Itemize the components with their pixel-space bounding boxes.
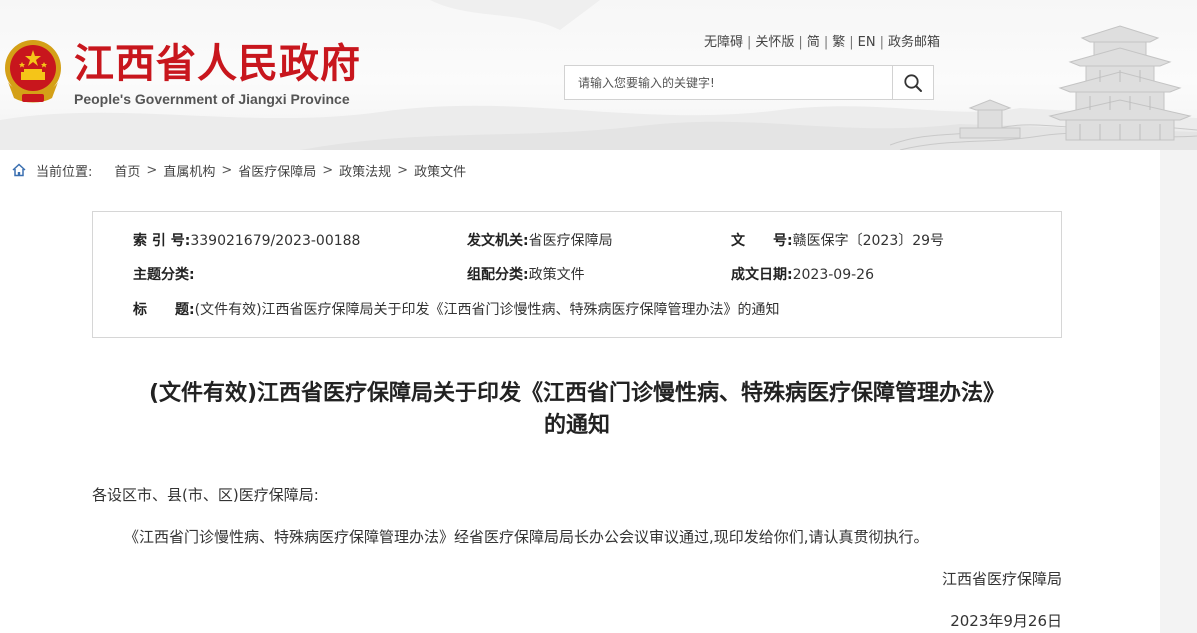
search-box [564, 65, 934, 100]
right-gutter [1160, 150, 1197, 633]
breadcrumb-label: 当前位置: [36, 164, 93, 180]
english-link[interactable]: EN [858, 35, 876, 50]
document-metadata-box: 索 引 号:339021679/2023-00188 发文机关:省医疗保障局 文… [92, 211, 1062, 338]
simplified-chinese-link[interactable]: 简 [807, 35, 820, 50]
topic-label: 主题分类: [133, 267, 195, 283]
divider: | [798, 35, 803, 50]
home-icon [12, 163, 26, 177]
breadcrumb-separator: > [146, 162, 158, 178]
breadcrumb-policy-documents[interactable]: 政策文件 [414, 161, 466, 180]
divider: | [849, 35, 854, 50]
title-label: 标 题: [133, 302, 195, 318]
breadcrumb-agencies[interactable]: 直属机构 [163, 161, 215, 180]
date-value: 2023-09-26 [792, 267, 874, 283]
breadcrumb-separator: > [322, 162, 334, 178]
index-number-value: 339021679/2023-00188 [190, 233, 361, 249]
divider: | [823, 35, 829, 50]
document-body-paragraph: 《江西省门诊慢性病、特殊病医疗保障管理办法》经省医疗保障局局长办公会议审议通过,… [124, 528, 929, 546]
document-number-value: 赣医保字〔2023〕29号 [792, 233, 945, 249]
tengwang-pavilion-illustration [890, 25, 1197, 150]
issuer-value: 省医疗保障局 [528, 233, 613, 249]
issuer-label: 发文机关: [467, 233, 529, 249]
traditional-chinese-link[interactable]: 繁 [832, 35, 845, 50]
document-title-line-1: (文件有效)江西省医疗保障局关于印发《江西省门诊慢性病、特殊病医疗保障管理办法》 [148, 381, 1006, 406]
search-input[interactable] [565, 66, 892, 99]
index-number-label: 索 引 号: [133, 233, 191, 249]
breadcrumb-medical-security-bureau[interactable]: 省医疗保障局 [238, 161, 316, 180]
breadcrumb: 当前位置: 首页 > 直属机构 > 省医疗保障局 > 政策法规 > 政策文件 [12, 160, 466, 180]
document-signature: 江西省医疗保障局 [941, 570, 1062, 588]
breadcrumb-policies[interactable]: 政策法规 [339, 161, 391, 180]
site-header: 江西省人民政府 People's Government of Jiangxi P… [0, 0, 1197, 150]
category-value: 政策文件 [528, 267, 585, 283]
divider: | [747, 35, 752, 50]
document-salutation: 各设区市、县(市、区)医疗保障局: [92, 486, 319, 504]
elderly-mode-link[interactable]: 关怀版 [755, 35, 794, 50]
site-title: 江西省人民政府 [74, 41, 361, 87]
divider: | [879, 35, 884, 50]
breadcrumb-separator: > [397, 162, 409, 178]
document-title: (文件有效)江西省医疗保障局关于印发《江西省门诊慢性病、特殊病医疗保障管理办法》… [92, 378, 1062, 442]
national-emblem-icon [5, 40, 61, 103]
accessibility-link[interactable]: 无障碍 [704, 35, 743, 50]
document-number-label: 文 号: [731, 233, 793, 249]
document-title-line-2: 的通知 [543, 413, 610, 438]
date-label: 成文日期: [731, 267, 793, 283]
category-label: 组配分类: [467, 267, 529, 283]
document-date: 2023年9月26日 [950, 612, 1062, 630]
breadcrumb-separator: > [221, 162, 233, 178]
title-value: (文件有效)江西省医疗保障局关于印发《江西省门诊慢性病、特殊病医疗保障管理办法》… [194, 302, 780, 318]
site-subtitle: People's Government of Jiangxi Province [74, 91, 350, 107]
breadcrumb-home[interactable]: 首页 [114, 161, 140, 180]
